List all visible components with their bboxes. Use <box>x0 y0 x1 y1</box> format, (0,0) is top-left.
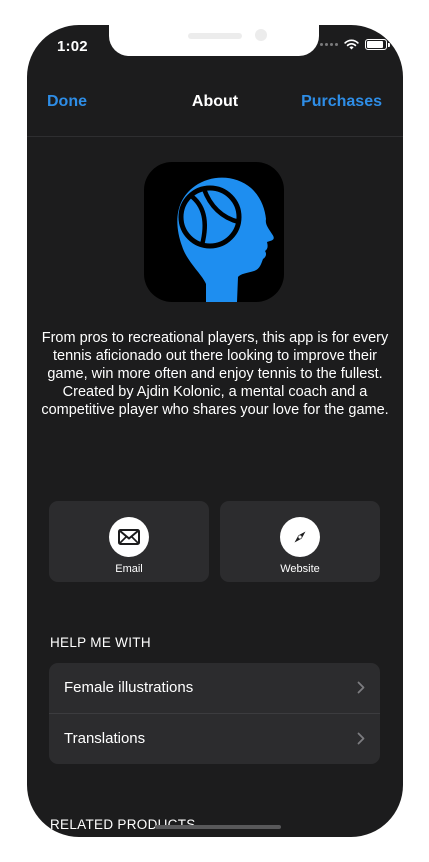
front-camera <box>255 29 267 41</box>
home-indicator[interactable] <box>155 825 281 829</box>
website-label: Website <box>280 563 320 575</box>
email-label: Email <box>115 563 143 575</box>
cellular-signal-icon <box>320 43 338 46</box>
wifi-icon <box>344 39 359 50</box>
tennis-brain-icon <box>144 162 284 302</box>
list-item-female-illustrations[interactable]: Female illustrations <box>49 663 380 713</box>
help-section-header: HELP ME WITH <box>50 635 151 650</box>
purchases-button[interactable]: Purchases <box>301 93 382 111</box>
app-description: From pros to recreational players, this … <box>41 330 389 418</box>
compass-icon <box>280 517 320 557</box>
status-time: 1:02 <box>57 38 88 55</box>
status-icons <box>320 39 390 50</box>
envelope-icon <box>109 517 149 557</box>
email-button[interactable]: Email <box>49 501 209 582</box>
list-item-label: Female illustrations <box>64 679 194 696</box>
battery-icon <box>365 39 390 50</box>
website-button[interactable]: Website <box>220 501 380 582</box>
list-item-label: Translations <box>64 730 146 747</box>
chevron-right-icon <box>357 732 365 745</box>
phone-screen: 1:02 Done About Purchases From pros to r… <box>27 25 403 837</box>
chevron-right-icon <box>357 681 365 694</box>
notch <box>109 25 319 56</box>
navigation-bar: Done About Purchases <box>27 80 403 137</box>
list-item-translations[interactable]: Translations <box>49 713 380 764</box>
help-list: Female illustrations Translations <box>49 663 380 764</box>
speaker <box>188 33 242 39</box>
